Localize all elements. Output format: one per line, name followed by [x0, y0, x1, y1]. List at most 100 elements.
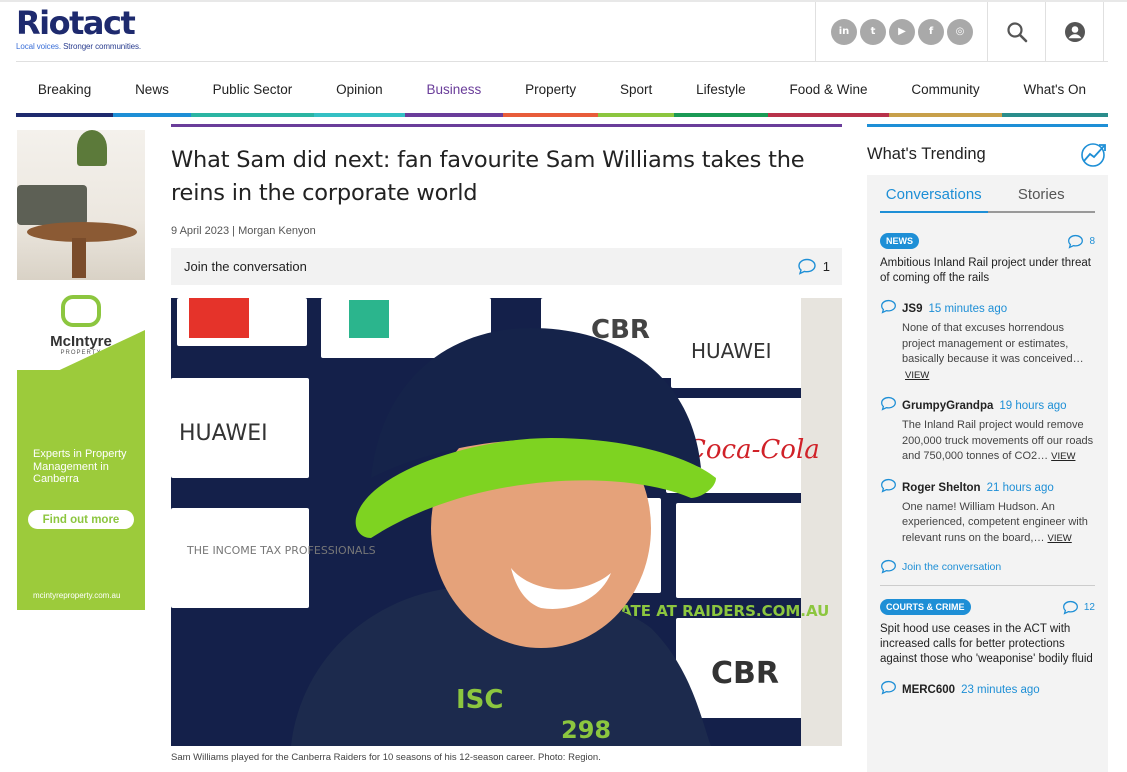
commenter-name[interactable]: MERC600	[902, 684, 955, 696]
comment-count[interactable]: 1	[797, 258, 830, 275]
jersey-isc-logo: ISC	[456, 685, 503, 715]
trending-item-head: NEWS 8	[880, 233, 1095, 249]
comment-time[interactable]: 23 minutes ago	[961, 684, 1040, 696]
comment-icon	[881, 299, 896, 314]
nav-item-news[interactable]: News	[113, 62, 191, 117]
trending-item: NEWS 8 Ambitious Inland Rail project under…	[880, 233, 1095, 586]
comment-meta: GrumpyGrandpa 19 hours ago	[902, 396, 1095, 414]
trending-comment-count[interactable]: 12	[1062, 600, 1095, 615]
trending-title: What's Trending	[867, 144, 986, 163]
nav-color-bar	[503, 113, 599, 117]
user-icon	[1064, 21, 1085, 42]
trending-comment-count[interactable]: 8	[1067, 234, 1095, 249]
sign-huawei-1: HUAWEI	[691, 339, 772, 363]
instagram-icon[interactable]: ◎	[947, 18, 973, 45]
linkedin-icon[interactable]: in	[831, 18, 857, 45]
commenter-name[interactable]: GrumpyGrandpa	[902, 400, 993, 412]
plant-shape	[77, 130, 107, 166]
nav-color-bar	[16, 113, 114, 117]
nav-item-food-wine[interactable]: Food & Wine	[767, 62, 890, 117]
commenter-name[interactable]: JS9	[902, 303, 922, 315]
nav-item-label: Property	[525, 82, 577, 97]
nav-color-bar	[1001, 113, 1108, 117]
count-value: 8	[1089, 235, 1095, 247]
facebook-icon[interactable]: f	[918, 18, 944, 45]
nav-item-what-s-on[interactable]: What's On	[1001, 62, 1108, 117]
view-comment-link[interactable]: VIEW	[905, 370, 929, 381]
site-logo[interactable]: Riotact Local voices. Stronger communiti…	[16, 6, 156, 56]
trending-chart-icon	[1081, 143, 1106, 167]
category-badge[interactable]: COURTS & CRIME	[880, 599, 971, 615]
nav-item-lifestyle[interactable]: Lifestyle	[674, 62, 768, 117]
nav-item-sport[interactable]: Sport	[598, 62, 675, 117]
comment-entry: Roger Shelton 21 hours ago One name! Willi…	[880, 478, 1095, 547]
nav-item-label: Lifestyle	[696, 82, 746, 97]
main-nav: Breaking News Public Sector Opinion Business…	[16, 61, 1108, 117]
account-button[interactable]	[1046, 2, 1104, 61]
join-label: Join the conversation	[902, 560, 1002, 573]
comment-meta: Roger Shelton 21 hours ago	[902, 478, 1095, 496]
photo-illustration: HUAWEI HUAWEI Coca-Cola CBR CBR THE INCO…	[171, 298, 842, 746]
count-value: 12	[1083, 601, 1095, 613]
ad-interior-photo	[17, 130, 145, 280]
trending-item-title[interactable]: Ambitious Inland Rail project under thre…	[880, 256, 1095, 286]
comment-icon-wrap	[880, 478, 897, 547]
trending-item-title[interactable]: Spit hood use ceases in the ACT with inc…	[880, 622, 1095, 667]
comment-entry: MERC600 23 minutes ago	[880, 680, 1095, 700]
tab-stories[interactable]: Stories	[987, 186, 1095, 213]
view-comment-link[interactable]: VIEW	[1051, 451, 1075, 462]
comment-entry: GrumpyGrandpa 19 hours ago The Inland Rail…	[880, 396, 1095, 465]
tab-conversations[interactable]: Conversations	[880, 186, 988, 213]
nav-item-business[interactable]: Business	[404, 62, 504, 117]
nav-item-breaking[interactable]: Breaking	[16, 62, 114, 117]
mcintyre-logo-icon	[61, 294, 101, 327]
view-comment-link[interactable]: VIEW	[1047, 533, 1071, 544]
trending-list: NEWS 8 Ambitious Inland Rail project under…	[880, 233, 1095, 700]
comment-icon-wrap	[880, 299, 897, 383]
comment-body: Roger Shelton 21 hours ago One name! Willi…	[902, 478, 1095, 547]
twitter-icon[interactable]: t	[860, 18, 886, 45]
comment-time[interactable]: 15 minutes ago	[928, 303, 1007, 315]
comment-time[interactable]: 21 hours ago	[987, 482, 1054, 494]
article-meta: 9 April 2023 | Morgan Kenyon	[171, 225, 316, 237]
comment-icon	[881, 680, 896, 695]
trending-item: COURTS & CRIME 12 Spit hood use ceases in …	[880, 599, 1095, 700]
ad-url: mcintyreproperty.com.au	[33, 591, 121, 600]
comment-body: JS9 15 minutes ago None of that excuses ho…	[902, 299, 1095, 383]
nav-item-label: Business	[426, 82, 482, 97]
comment-meta: JS9 15 minutes ago	[902, 299, 1095, 317]
join-conversation-link[interactable]: Join the conversation	[880, 559, 1095, 574]
trending-sidebar: What's Trending Conversations Stories NE…	[867, 124, 1108, 772]
find-out-more-button[interactable]: Find out more	[28, 510, 134, 529]
join-conversation-bar[interactable]: Join the conversation 1	[171, 248, 842, 285]
article-topline	[171, 124, 842, 127]
article-photo: HUAWEI HUAWEI Coca-Cola CBR CBR THE INCO…	[171, 298, 842, 746]
comment-time[interactable]: 19 hours ago	[999, 400, 1066, 412]
commenter-name[interactable]: Roger Shelton	[902, 482, 981, 494]
jersey-number: 298	[561, 716, 611, 744]
nav-color-bar	[314, 113, 405, 117]
nav-item-label: What's On	[1023, 82, 1087, 97]
ad-green-panel	[17, 370, 145, 610]
nav-color-bar	[113, 113, 191, 117]
nav-color-bar	[889, 113, 1002, 117]
nav-item-community[interactable]: Community	[889, 62, 1002, 117]
trending-tabs: Conversations Stories	[880, 175, 1095, 213]
nav-item-opinion[interactable]: Opinion	[314, 62, 405, 117]
search-button[interactable]	[988, 2, 1046, 61]
comment-icon	[798, 258, 816, 275]
nav-color-bar	[767, 113, 890, 117]
nav-item-public-sector[interactable]: Public Sector	[190, 62, 315, 117]
mcintyre-property-ad[interactable]: McIntyre PROPERTY Experts in Property Ma…	[17, 130, 145, 610]
comment-text: None of that excuses horrendous project …	[902, 322, 1084, 381]
comment-meta: MERC600 23 minutes ago	[902, 680, 1095, 698]
nav-item-property[interactable]: Property	[503, 62, 599, 117]
nav-item-label: Food & Wine	[789, 82, 868, 97]
youtube-icon[interactable]: ▶	[889, 18, 915, 45]
nav-color-bar	[404, 113, 504, 117]
comment-icon-wrap	[880, 396, 897, 465]
sign-cbr-2: CBR	[711, 656, 779, 691]
nav-color-bar	[598, 113, 675, 117]
category-badge[interactable]: NEWS	[880, 233, 919, 249]
comment-icon	[1068, 234, 1084, 249]
